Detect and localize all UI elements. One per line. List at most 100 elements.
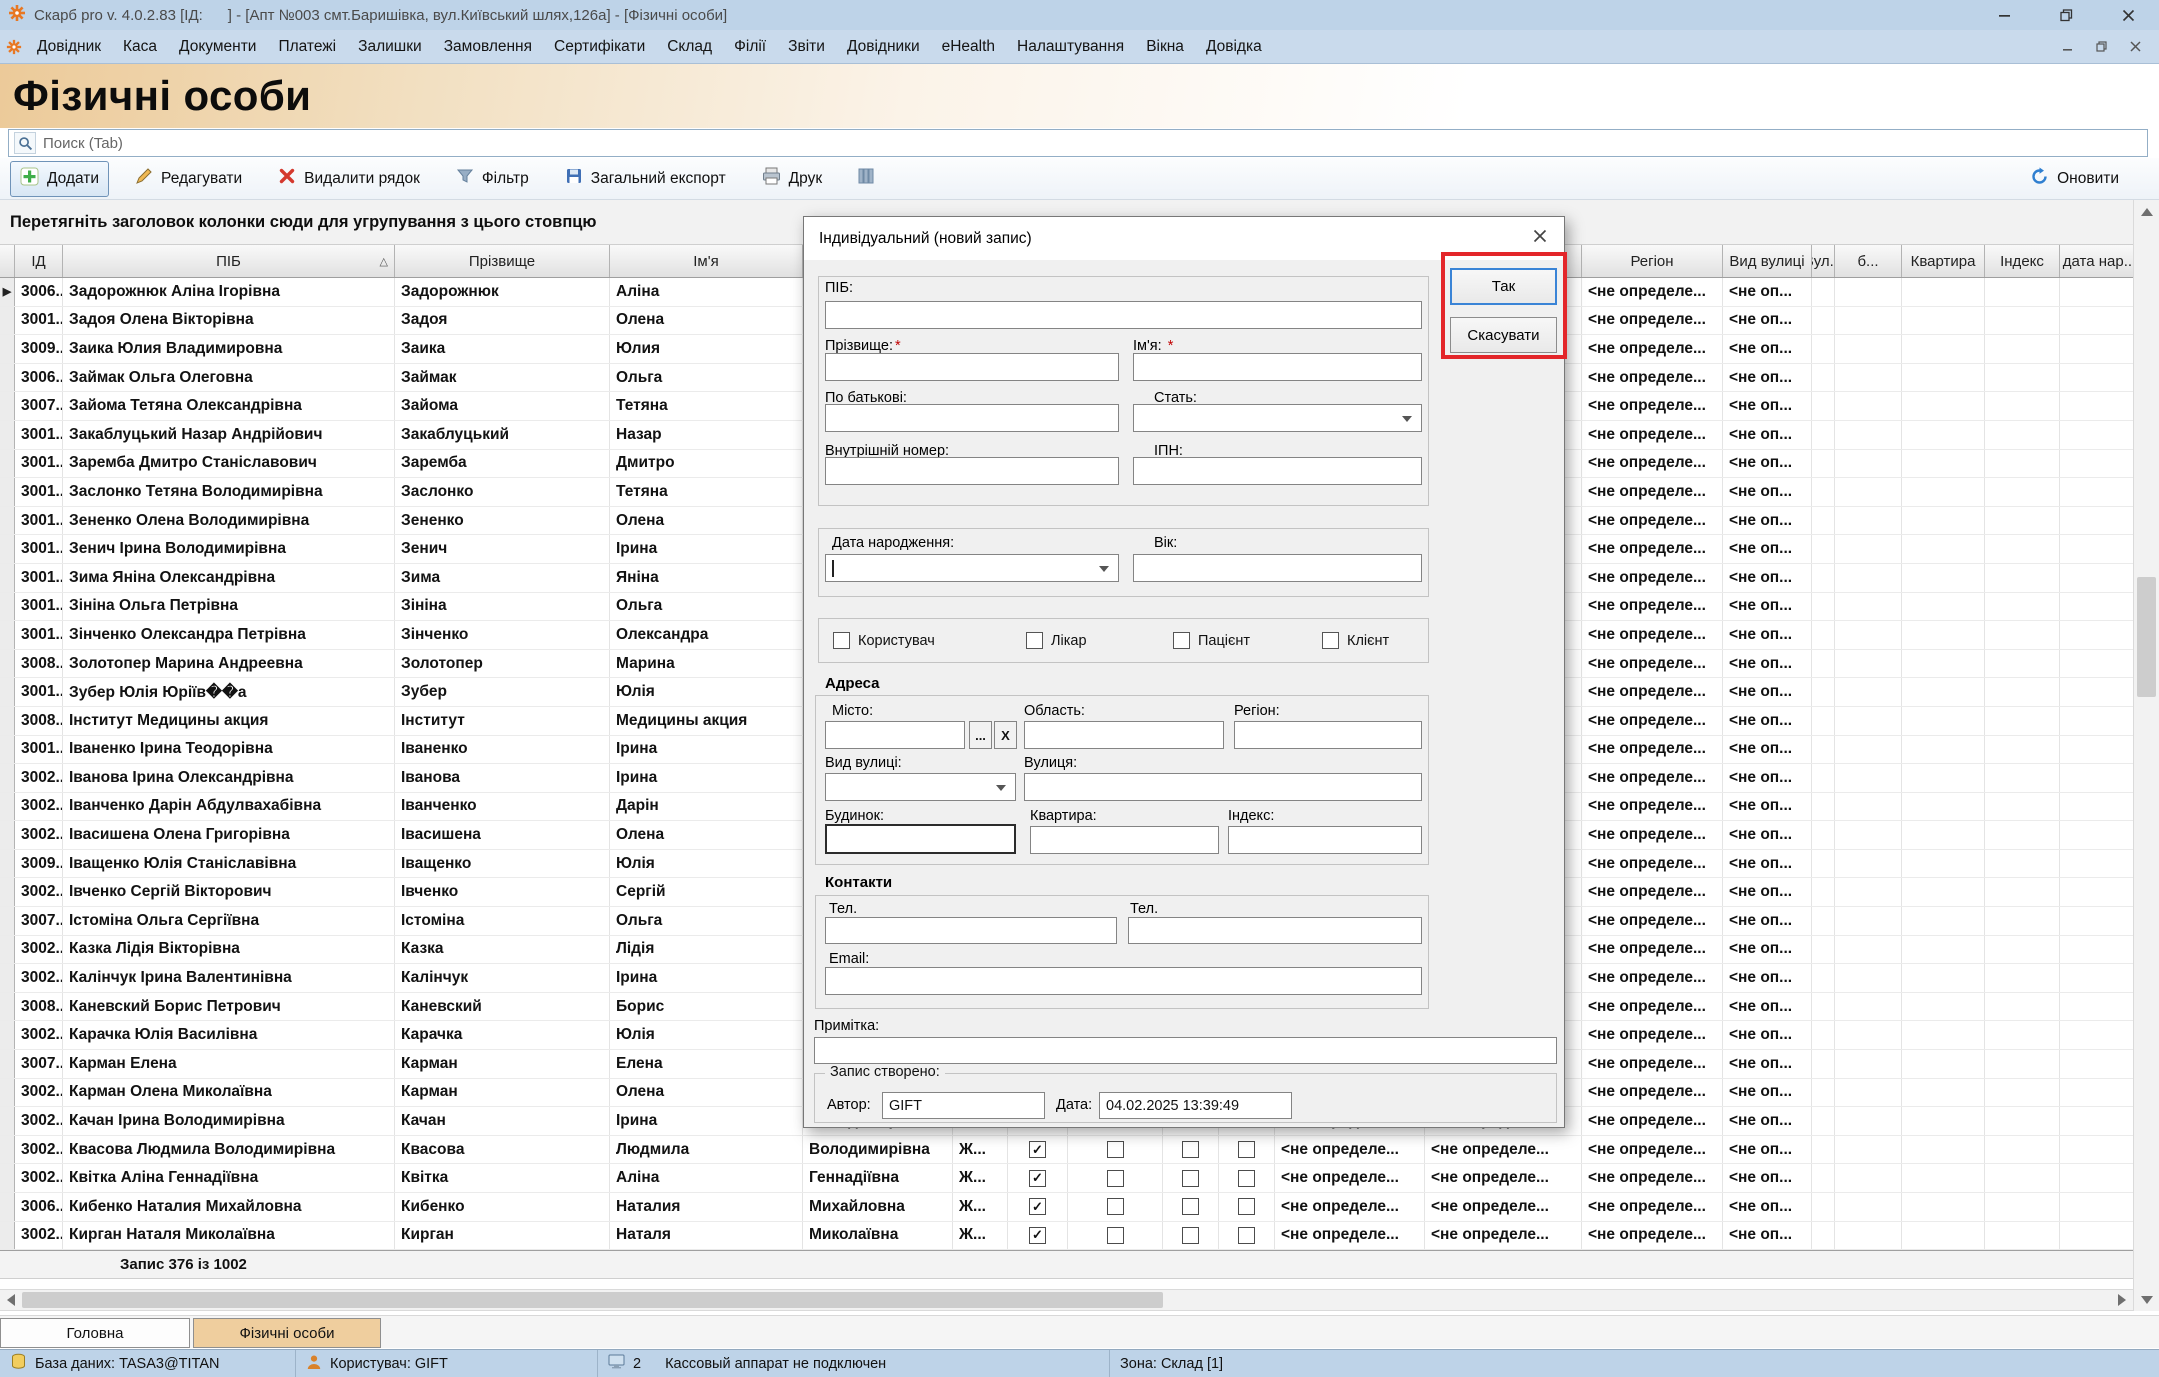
city-clear-button[interactable]: X: [994, 721, 1017, 749]
grid-checkbox[interactable]: [1238, 1198, 1255, 1215]
edit-button[interactable]: Редагувати: [125, 161, 252, 196]
grid-checkbox[interactable]: [1107, 1141, 1124, 1158]
vertical-scrollbar[interactable]: [2133, 200, 2159, 1311]
column-header-marker[interactable]: [0, 245, 15, 277]
gender-select[interactable]: [1133, 404, 1422, 432]
city-browse-button[interactable]: ...: [969, 721, 992, 749]
window-minimize-button[interactable]: [1973, 0, 2035, 30]
print-button[interactable]: Друк: [752, 161, 832, 196]
email-field[interactable]: [825, 967, 1422, 995]
building-field[interactable]: [825, 824, 1016, 854]
grid-checkbox[interactable]: [1238, 1227, 1255, 1244]
grid-checkbox[interactable]: [1107, 1198, 1124, 1215]
grid-checkbox[interactable]: [1182, 1141, 1199, 1158]
columns-button[interactable]: [848, 161, 884, 196]
scroll-right-button[interactable]: [2111, 1290, 2133, 1310]
grid-checkbox[interactable]: ✓: [1029, 1170, 1046, 1187]
menu-item[interactable]: Філії: [723, 31, 777, 63]
menu-item[interactable]: Налаштування: [1006, 31, 1135, 63]
pib-field[interactable]: [825, 301, 1422, 329]
menu-item[interactable]: Сертифікати: [543, 31, 656, 63]
grid-checkbox[interactable]: [1107, 1170, 1124, 1187]
menu-item[interactable]: Документи: [168, 31, 267, 63]
horizontal-scrollbar[interactable]: [0, 1289, 2133, 1311]
grid-checkbox[interactable]: ✓: [1029, 1198, 1046, 1215]
delete-row-button[interactable]: Видалити рядок: [268, 161, 430, 196]
ipn-field[interactable]: [1133, 457, 1422, 485]
column-header-pib[interactable]: ПІБ△: [63, 245, 395, 277]
grid-checkbox[interactable]: [1238, 1141, 1255, 1158]
patronymic-field[interactable]: [825, 404, 1119, 432]
tab-home[interactable]: Головна: [0, 1318, 190, 1348]
scroll-left-button[interactable]: [0, 1290, 22, 1310]
user-checkbox[interactable]: Користувач: [833, 632, 935, 649]
birth-date-select[interactable]: [825, 554, 1119, 582]
grid-checkbox[interactable]: ✓: [1029, 1227, 1046, 1244]
grid-checkbox[interactable]: [1182, 1198, 1199, 1215]
menu-item[interactable]: Вікна: [1135, 31, 1195, 63]
doctor-checkbox[interactable]: Лікар: [1026, 632, 1087, 649]
column-header-birth[interactable]: дата нар...: [2060, 245, 2133, 277]
street-type-select[interactable]: [825, 773, 1016, 801]
age-field[interactable]: [1133, 554, 1422, 582]
column-header-street_type[interactable]: Вид вулиці: [1723, 245, 1812, 277]
mdi-restore-button[interactable]: [2089, 36, 2113, 58]
menu-item[interactable]: Склад: [656, 31, 723, 63]
internal-number-field[interactable]: [825, 457, 1119, 485]
city-field[interactable]: [825, 721, 965, 749]
column-header-street[interactable]: Вул...: [1812, 245, 1835, 277]
table-row[interactable]: 3002...Кирган Наталя МиколаївнаКирганНат…: [0, 1222, 2133, 1251]
column-header-apt[interactable]: Квартира: [1902, 245, 1985, 277]
surname-field[interactable]: [825, 353, 1119, 381]
grid-checkbox[interactable]: [1182, 1170, 1199, 1187]
name-field[interactable]: [1133, 353, 1422, 381]
mdi-minimize-button[interactable]: [2055, 36, 2079, 58]
note-field[interactable]: [814, 1037, 1557, 1064]
menu-item[interactable]: Залишки: [347, 31, 433, 63]
apartment-field[interactable]: [1030, 826, 1219, 854]
index-field[interactable]: [1228, 826, 1422, 854]
table-row[interactable]: 3002...Квасова Людмила ВолодимирівнаКвас…: [0, 1136, 2133, 1165]
street-field[interactable]: [1024, 773, 1422, 801]
filter-button[interactable]: Фільтр: [446, 161, 539, 196]
menu-item[interactable]: Платежі: [267, 31, 347, 63]
author-field[interactable]: GIFT: [882, 1092, 1045, 1119]
vertical-scroll-thumb[interactable]: [2137, 577, 2156, 697]
window-restore-button[interactable]: [2035, 0, 2097, 30]
search-input[interactable]: Поиск (Tab): [8, 129, 2148, 157]
column-header-region[interactable]: Регіон: [1582, 245, 1723, 277]
table-row[interactable]: 3002...Квітка Аліна ГеннадіївнаКвіткаАлі…: [0, 1164, 2133, 1193]
window-close-button[interactable]: [2097, 0, 2159, 30]
menu-item[interactable]: Звіти: [777, 31, 836, 63]
patient-checkbox[interactable]: Пацієнт: [1173, 632, 1250, 649]
grid-checkbox[interactable]: [1182, 1227, 1199, 1244]
menu-item[interactable]: Довідник: [26, 31, 112, 63]
dialog-close-button[interactable]: [1526, 225, 1554, 253]
mdi-close-button[interactable]: [2123, 36, 2147, 58]
scroll-up-button[interactable]: [2134, 200, 2159, 223]
region-field[interactable]: [1234, 721, 1422, 749]
refresh-button[interactable]: Оновити: [2020, 161, 2129, 197]
client-checkbox[interactable]: Клієнт: [1322, 632, 1389, 649]
grid-checkbox[interactable]: [1107, 1227, 1124, 1244]
export-button[interactable]: Загальний експорт: [555, 161, 736, 196]
column-header-id[interactable]: ІД: [15, 245, 63, 277]
phone2-field[interactable]: [1128, 917, 1422, 944]
menu-item[interactable]: Довідники: [836, 31, 931, 63]
column-header-surname[interactable]: Прізвище: [395, 245, 610, 277]
horizontal-scroll-thumb[interactable]: [22, 1292, 1163, 1308]
add-button[interactable]: Додати: [10, 161, 109, 197]
grid-checkbox[interactable]: [1238, 1170, 1255, 1187]
menu-item[interactable]: eHealth: [931, 31, 1006, 63]
menu-item[interactable]: Каса: [112, 31, 168, 63]
column-header-b[interactable]: б...: [1835, 245, 1902, 277]
oblast-field[interactable]: [1024, 721, 1224, 749]
table-row[interactable]: 3006...Кибенко Наталия МихайловнаКибенко…: [0, 1193, 2133, 1222]
column-header-name[interactable]: Ім'я: [610, 245, 803, 277]
tab-persons[interactable]: Фізичні особи: [193, 1318, 381, 1348]
menu-item[interactable]: Замовлення: [433, 31, 543, 63]
phone1-field[interactable]: [825, 917, 1117, 944]
column-header-index[interactable]: Індекс: [1985, 245, 2060, 277]
grid-checkbox[interactable]: ✓: [1029, 1141, 1046, 1158]
scroll-down-button[interactable]: [2134, 1288, 2159, 1311]
